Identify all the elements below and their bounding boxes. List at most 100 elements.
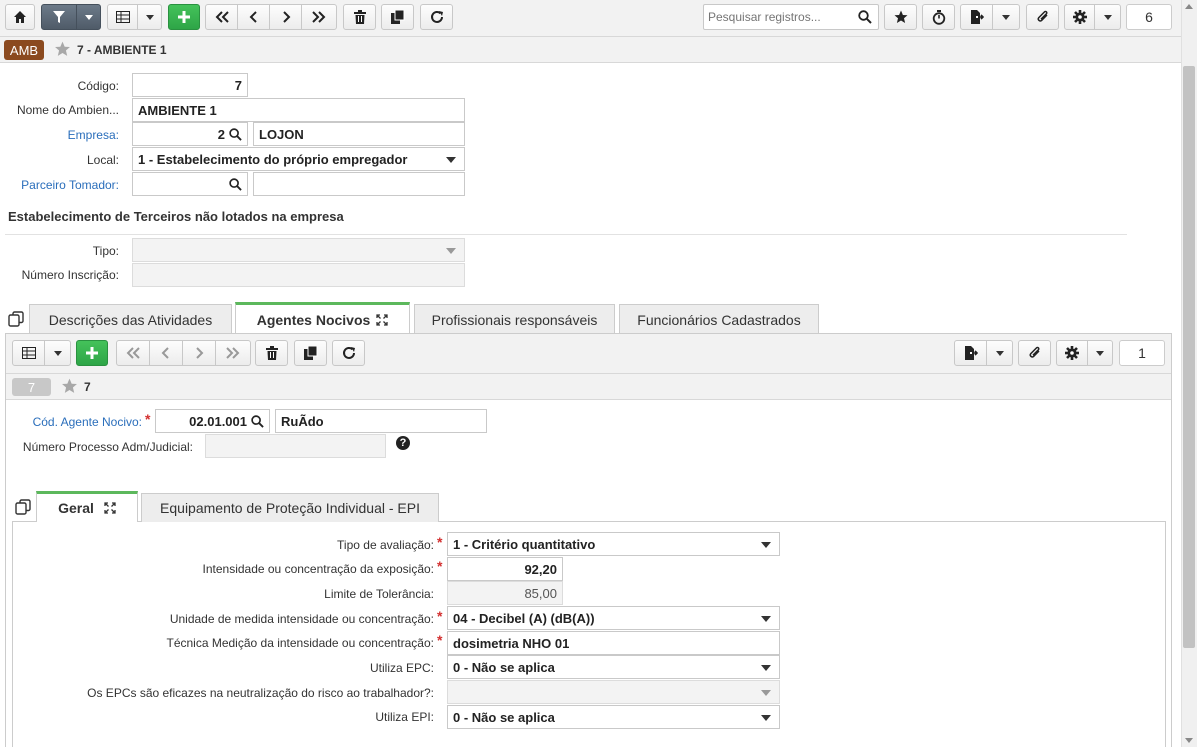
sub-duplicate-button[interactable] [294,340,327,366]
agente-name-field[interactable]: RuÃdo [275,409,487,433]
last-record-button[interactable] [301,4,337,30]
settings-dropdown-button[interactable] [1094,4,1121,30]
unidade-medida-select[interactable]: 04 - Decibel (A) (dB(A)) [447,606,780,630]
favorite-star-icon[interactable] [61,378,78,394]
chevron-right-icon [282,11,290,23]
sub-last-record-button[interactable] [215,340,251,366]
home-button[interactable] [5,4,35,30]
sub-add-record-button[interactable] [76,340,108,366]
sub-first-record-button[interactable] [116,340,150,366]
search-box[interactable] [703,4,879,30]
tipo-avaliacao-label: Tipo de avaliação: [337,538,434,552]
settings-button[interactable] [1064,4,1095,30]
cod-agente-nocivo-label[interactable]: Cód. Agente Nocivo: [33,415,142,429]
empresa-code-field[interactable]: 2 [132,122,248,146]
sub-attachment-button[interactable] [1018,340,1051,366]
limite-tolerancia-field: 85,00 [447,581,563,605]
empresa-name-field[interactable]: LOJON [253,122,465,146]
filter-icon [53,11,65,23]
expand-icon[interactable] [376,313,388,326]
sub-grid-view-button[interactable] [12,340,45,366]
scrollbar-down-arrow[interactable] [1185,738,1193,743]
grid-icon [115,11,130,23]
sub-grid-view-dropdown-button[interactable] [44,340,71,366]
tab-agentes-nocivos-label: Agentes Nocivos [256,311,371,328]
previous-record-button[interactable] [237,4,270,30]
delete-button[interactable] [343,4,376,30]
tipo-avaliacao-select[interactable]: 1 - Critério quantitativo [447,532,780,556]
scrollbar-up-arrow[interactable] [1185,4,1193,9]
duplicate-button[interactable] [381,4,414,30]
scrollbar-thumb[interactable] [1183,66,1195,648]
add-record-button[interactable] [168,4,200,30]
filter-dropdown-button[interactable] [76,4,101,30]
double-chevron-right-icon [312,11,326,23]
export-button[interactable] [960,4,993,30]
help-icon[interactable]: ? [396,436,410,450]
sub-next-record-button[interactable] [182,340,216,366]
intensidade-field[interactable]: 92,20 [447,557,563,581]
tab-geral[interactable]: Geral [36,491,138,522]
epc-eficaz-label: Os EPCs são eficazes na neutralização do… [87,686,434,700]
tecnica-medicao-field[interactable]: dosimetria NHO 01 [447,631,780,655]
copy-tabs-icon[interactable] [8,311,24,327]
sub-export-button[interactable] [954,340,987,366]
double-chevron-left-icon [215,11,229,23]
attachment-button[interactable] [1026,4,1059,30]
utiliza-epc-select[interactable]: 0 - Não se aplica [447,655,780,679]
chevron-down-icon [995,350,1004,356]
first-record-button[interactable] [205,4,238,30]
next-record-button[interactable] [269,4,302,30]
tab-profissionais-responsaveis[interactable]: Profissionais responsáveis [414,304,615,334]
chevron-down-icon [446,157,456,163]
sub-refresh-button[interactable] [332,340,365,366]
timer-button[interactable] [922,4,955,30]
trash-icon [265,346,278,360]
intensidade-label: Intensidade ou concentração da exposição… [202,562,435,576]
paperclip-icon [1037,10,1048,22]
sub-delete-button[interactable] [255,340,288,366]
filter-button[interactable] [41,4,77,30]
local-select[interactable]: 1 - Estabelecimento do próprio empregado… [132,147,465,171]
utiliza-epi-select[interactable]: 0 - Não se aplica [447,705,780,729]
tab-descricoes-atividades[interactable]: Descrições das Atividades [29,304,232,334]
sub-record-count: 1 [1119,340,1165,366]
parceiro-tomador-name-field[interactable] [253,172,465,196]
required-marker: * [437,534,443,550]
chevron-down-icon [53,350,62,356]
grid-view-button[interactable] [107,4,138,30]
agente-code-field[interactable]: 02.01.001 [155,409,270,433]
tab-agentes-nocivos[interactable]: Agentes Nocivos [235,302,410,334]
search-icon[interactable] [858,10,872,24]
numero-inscricao-field [132,263,465,287]
sub-settings-button[interactable] [1056,340,1088,366]
tab-geral-label: Geral [58,500,94,516]
chevron-down-icon [1103,14,1112,20]
export-dropdown-button[interactable] [992,4,1020,30]
search-input[interactable] [704,5,852,29]
required-marker: * [437,608,443,624]
sub-export-dropdown-button[interactable] [986,340,1013,366]
refresh-icon [342,346,355,359]
favorite-star-icon[interactable] [54,41,71,57]
search-icon[interactable] [229,128,242,141]
empresa-label[interactable]: Empresa: [68,128,119,142]
chevron-down-icon [761,690,771,696]
expand-icon[interactable] [104,502,116,514]
parceiro-tomador-label[interactable]: Parceiro Tomador: [21,178,119,192]
favorite-button[interactable] [884,4,917,30]
refresh-button[interactable] [420,4,453,30]
search-icon[interactable] [229,178,242,191]
tab-funcionarios-cadastrados[interactable]: Funcionários Cadastrados [619,304,819,334]
sub-record-badge: 7 [12,378,51,396]
parceiro-tomador-code-field[interactable] [132,172,248,196]
search-icon[interactable] [251,415,264,428]
tab-epi[interactable]: Equipamento de Proteção Individual - EPI [141,493,439,522]
sub-settings-dropdown-button[interactable] [1087,340,1113,366]
copy-tabs-icon[interactable] [15,499,31,515]
chevron-down-icon [1002,14,1010,20]
codigo-field[interactable]: 7 [132,73,248,97]
grid-view-dropdown-button[interactable] [137,4,162,30]
nome-ambiente-field[interactable]: AMBIENTE 1 [132,98,465,122]
sub-previous-record-button[interactable] [149,340,183,366]
